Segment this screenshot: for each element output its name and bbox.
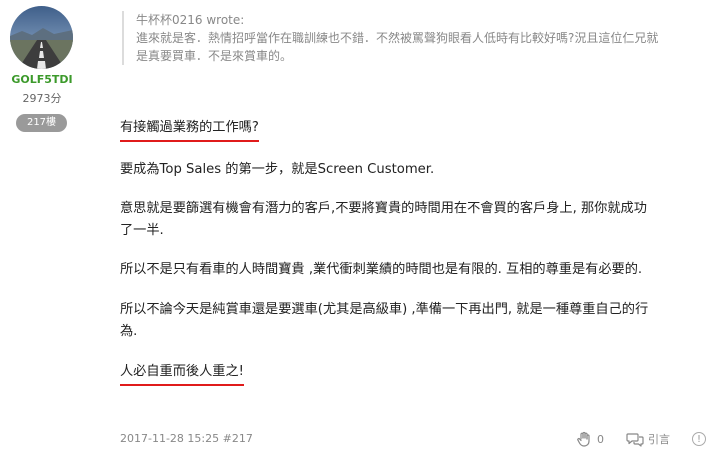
report-button[interactable]: ! <box>692 431 706 446</box>
post-paragraph: 人必自重而後人重之! <box>120 361 700 386</box>
quote-block: 牛杯杯0216 wrote: 進來就是客．熱情招呼當作在職訓練也不錯．不然被罵聲… <box>122 11 712 65</box>
post-paragraph: 要成為Top Sales 的第一步，就是Screen Customer. <box>120 162 435 177</box>
post-line: 意思就是要篩選有機會有潛力的客戶,不要將寶貴的時間用在不會買的客戶身上, 那你就… <box>120 201 647 216</box>
quote-icon <box>626 431 644 447</box>
underlined-text: 人必自重而後人重之! <box>120 361 244 386</box>
post-line: 為. <box>120 324 138 339</box>
post-paragraph: 所以不論今天是純賞車還是要選車(尤其是高級車) ,準備一下再出門, 就是一種尊重… <box>120 299 700 343</box>
post-paragraph: 所以不是只有看車的人時間寶貴 ,業代衝刺業績的時間也是有限的. 互相的尊重是有必… <box>120 262 643 277</box>
quote-button[interactable]: 引言 <box>626 430 670 448</box>
like-count: 0 <box>597 432 604 446</box>
username[interactable]: GOLF5TDI <box>0 73 84 86</box>
quote-author: 牛杯杯0216 wrote: <box>136 13 245 27</box>
exclamation-icon: ! <box>692 432 706 446</box>
quote-line: 是真要買車．不是來賞車的。 <box>136 49 293 63</box>
quote-label: 引言 <box>648 433 670 446</box>
avatar[interactable] <box>10 6 73 69</box>
post-footer: 2017-11-28 15:25 #217 0 引言 ! <box>120 430 710 448</box>
post-timestamp[interactable]: 2017-11-28 15:25 #217 <box>120 432 253 445</box>
like-button[interactable]: 0 <box>576 430 604 448</box>
hand-icon <box>576 431 592 447</box>
post-line: 了一半. <box>120 223 164 238</box>
post-line: 所以不論今天是純賞車還是要選車(尤其是高級車) ,準備一下再出門, 就是一種尊重… <box>120 302 649 317</box>
user-score: 2973分 <box>22 92 62 105</box>
underlined-text: 有接觸過業務的工作嗎? <box>120 117 259 142</box>
post-paragraph: 意思就是要篩選有機會有潛力的客戶,不要將寶貴的時間用在不會買的客戶身上, 那你就… <box>120 198 700 242</box>
floor-badge[interactable]: 217樓 <box>16 114 67 132</box>
author-sidebar: GOLF5TDI 2973分 217樓 <box>0 0 84 470</box>
post-paragraph: 有接觸過業務的工作嗎? <box>120 117 700 142</box>
quote-line: 進來就是客．熱情招呼當作在職訓練也不錯．不然被罵聲狗眼看人低時有比較好嗎?況且這… <box>136 31 659 45</box>
